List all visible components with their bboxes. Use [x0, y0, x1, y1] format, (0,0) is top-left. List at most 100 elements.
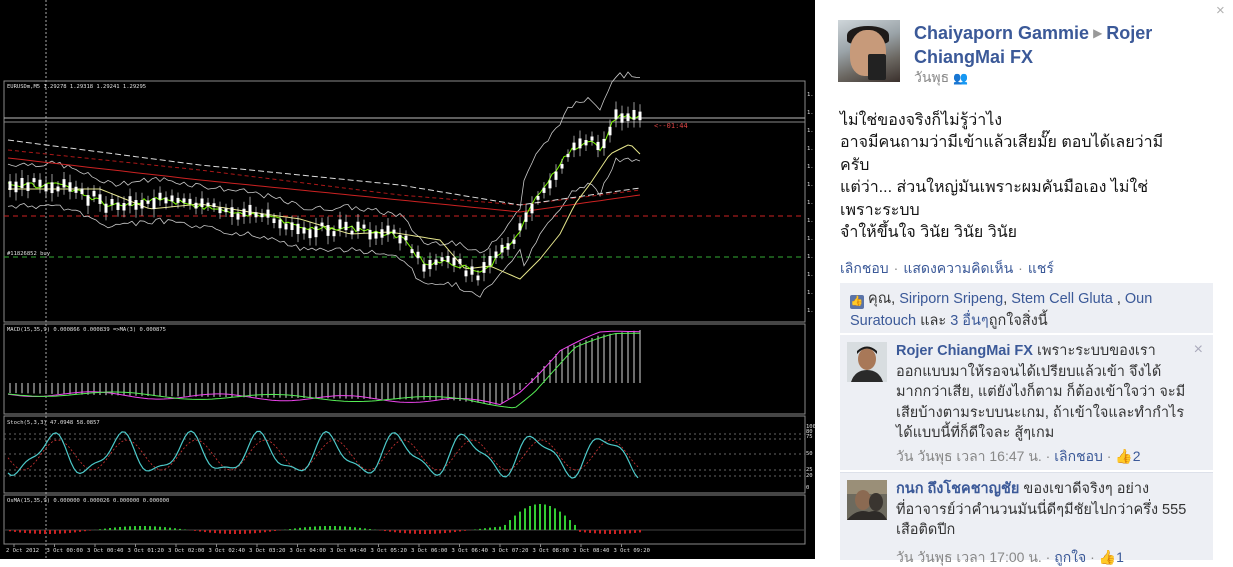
post-text-line: แต่ว่า... ส่วนใหญ่มันเพราะผมคันมือเอง ไม… — [840, 177, 1200, 199]
candle-body — [267, 210, 270, 218]
commenter-name-link[interactable]: Rojer ChiangMai FX — [896, 343, 1033, 359]
comment-item: กนก ถึงโชคชาญชัย ของเขาดีจริงๆ อย่าง ที่… — [840, 472, 1213, 560]
post-actions: เลิกชอบ·แสดงความคิดเห็น·แชร์ — [840, 258, 1054, 280]
other-likers-link[interactable]: 3 อื่นๆ — [950, 313, 989, 329]
stoch-main-line — [8, 431, 638, 478]
friends-audience-icon[interactable]: 👥 — [953, 71, 968, 85]
price-tick-label: 1. — [807, 218, 814, 224]
candle-body — [51, 182, 54, 193]
thumbs-up-icon: 👍 — [1115, 448, 1132, 464]
candle-body — [57, 187, 60, 192]
candle-body — [21, 178, 24, 188]
post-text-line: ไม่ใช่ของจริงก็ไม่รู้ว่าไง — [840, 110, 1200, 132]
macd-panel — [4, 324, 805, 414]
candle-body — [69, 182, 72, 191]
candle-body — [477, 276, 480, 281]
candle-body — [525, 212, 528, 221]
macd-series — [8, 330, 640, 408]
candle-body — [279, 220, 282, 229]
stoch-tick-label: 0 — [806, 485, 809, 491]
time-tick-label: 3 Oct 09:20 — [614, 548, 650, 554]
post-timestamp: วันพุธ 👥 — [914, 67, 968, 89]
candle-body — [291, 222, 294, 230]
price-tick-label: 1. — [807, 272, 814, 278]
comment-unlike-link[interactable]: เลิกชอบ — [1054, 448, 1103, 464]
comment-time[interactable]: วัน วันพุธ เวลา 16:47 น. — [896, 448, 1042, 464]
candle-body — [309, 229, 312, 238]
time-tick-label: 3 Oct 00:40 — [87, 548, 123, 554]
author-name-link[interactable]: Chaiyaporn Gammie — [914, 23, 1089, 43]
close-icon[interactable]: × — [1216, 2, 1225, 19]
candle-body — [501, 245, 504, 253]
candle-body — [27, 182, 30, 191]
candle-body — [105, 204, 108, 213]
time-tick-label: 3 Oct 03:20 — [249, 548, 285, 554]
liker-link[interactable]: Siriporn Sripeng — [899, 291, 1003, 307]
order-label: #11826852 buy — [7, 251, 51, 257]
candle-body — [171, 195, 174, 201]
forex-chart-screenshot: 2 Oct 20123 Oct 00:003 Oct 00:403 Oct 01… — [0, 0, 815, 559]
commenter-avatar[interactable] — [847, 342, 887, 382]
candle-body — [9, 181, 12, 190]
candle-body — [609, 127, 612, 136]
candle-body — [561, 164, 564, 168]
macd-label: MACD(15,35,9) 0.000866 0.000839 =>MA(3) … — [7, 327, 166, 333]
candle-body — [579, 138, 582, 148]
candle-body — [219, 207, 222, 213]
commenter-name-link[interactable]: กนก ถึงโชคชาญชัย — [896, 481, 1019, 497]
thumbs-up-icon: 👍 — [1099, 549, 1116, 565]
candle-body — [207, 203, 210, 207]
comment-like-count[interactable]: 👍2 — [1115, 448, 1140, 464]
share-link[interactable]: แชร์ — [1028, 260, 1054, 276]
candle-body — [39, 180, 42, 187]
price-series — [8, 72, 642, 297]
candle-body — [507, 243, 510, 249]
candle-body — [615, 109, 618, 119]
chart-canvas: 2 Oct 20123 Oct 00:003 Oct 00:403 Oct 01… — [0, 0, 815, 559]
comment-link[interactable]: แสดงความคิดเห็น — [903, 260, 1013, 276]
candle-body — [45, 184, 48, 192]
candle-body — [567, 154, 570, 157]
candle-body — [513, 240, 516, 244]
liker-link[interactable]: Stem Cell Gluta — [1011, 291, 1113, 307]
candle-body — [141, 200, 144, 208]
time-tick-label: 3 Oct 06:40 — [452, 548, 488, 554]
stoch-tick-label: 50 — [806, 451, 813, 457]
candle-body — [99, 194, 102, 204]
price-tick-label: 1. — [807, 290, 814, 296]
candle-body — [429, 260, 432, 269]
time-tick-label: 3 Oct 02:40 — [209, 548, 245, 554]
timer-label: <--01:44 — [654, 122, 688, 130]
price-axis: 1.1.1.1.1.1.1.1.1.1.1.1.1.10080755025200 — [806, 92, 815, 491]
commenter-avatar[interactable] — [847, 480, 887, 520]
author-avatar[interactable] — [838, 20, 900, 82]
unlike-link[interactable]: เลิกชอบ — [840, 260, 889, 276]
candle-body — [459, 259, 462, 264]
candle-body — [195, 203, 198, 209]
time-tick-label: 3 Oct 04:00 — [290, 548, 326, 554]
timestamp-link[interactable]: วันพุธ — [914, 69, 949, 85]
likes-you: คุณ, — [868, 291, 895, 307]
price-tick-label: 1. — [807, 254, 814, 260]
candle-body — [273, 218, 276, 223]
facebook-post-panel: × Chaiyaporn Gammie▶Rojer ChiangMai FX ว… — [815, 0, 1233, 559]
candle-body — [621, 113, 624, 122]
candle-body — [489, 256, 492, 266]
candle-body — [135, 200, 138, 210]
comment-like-count[interactable]: 👍1 — [1099, 549, 1124, 565]
candle-body — [285, 224, 288, 230]
post-text-line: เพราะระบบ — [840, 200, 1200, 222]
candle-body — [555, 171, 558, 179]
bollinger-lower — [8, 158, 640, 297]
remove-comment-icon[interactable]: × — [1194, 341, 1203, 359]
candle-body — [177, 198, 180, 203]
candle-body — [627, 113, 630, 121]
comment-time[interactable]: วัน วันพุธ เวลา 17:00 น. — [896, 549, 1042, 565]
comment-like-link[interactable]: ถูกใจ — [1054, 549, 1086, 565]
candle-body — [213, 203, 216, 207]
likes-summary: 👍คุณ, Siriporn Sripeng, Stem Cell Gluta … — [840, 283, 1213, 333]
post-text-line: อาจมีคนถามว่ามีเข้าแล้วเสียมั๊ย ตอบได้เล… — [840, 132, 1200, 154]
ma-white — [8, 140, 640, 205]
candle-body — [393, 230, 396, 234]
time-axis: 2 Oct 20123 Oct 00:003 Oct 00:403 Oct 01… — [6, 544, 650, 554]
